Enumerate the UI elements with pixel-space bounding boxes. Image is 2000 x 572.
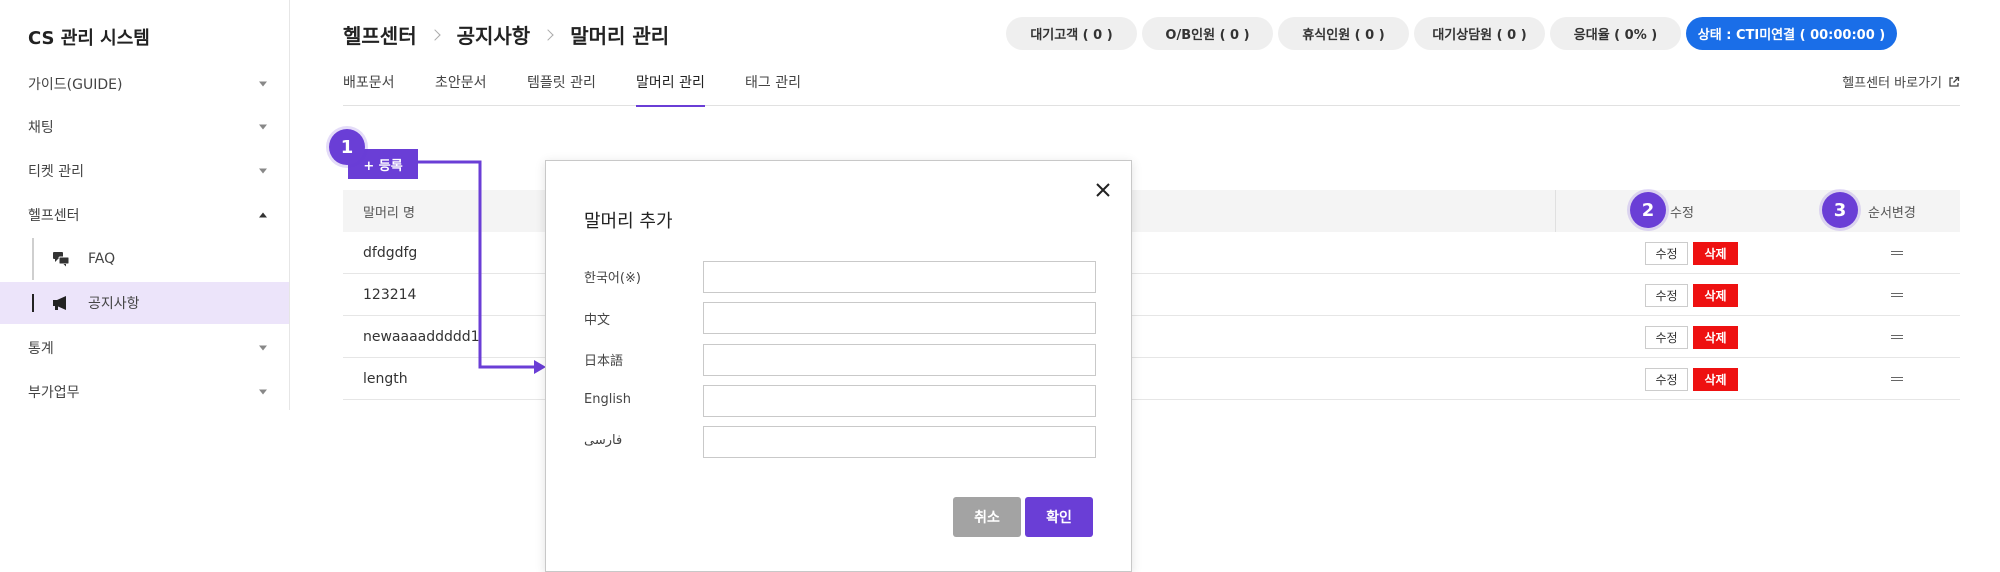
korean-input[interactable]	[703, 261, 1096, 293]
sidebar-subitem-faq[interactable]: FAQ	[0, 238, 289, 280]
english-input[interactable]	[703, 385, 1096, 417]
stat-waiting-agents: 대기상담원 ( 0 )	[1414, 17, 1545, 50]
chinese-input[interactable]	[703, 302, 1096, 334]
prefix-name: length	[363, 371, 408, 387]
chevron-down-icon	[259, 124, 267, 130]
drag-handle-icon[interactable]	[1891, 377, 1903, 381]
stat-resting-staff: 휴식인원 ( 0 )	[1278, 17, 1409, 50]
helpcenter-shortcut-link[interactable]: 헬프센터 바로가기	[1842, 72, 1960, 91]
sidebar-subitem-label: FAQ	[88, 251, 116, 267]
drag-handle-icon[interactable]	[1891, 335, 1903, 339]
stat-ob-staff: O/B인원 ( 0 )	[1142, 17, 1273, 50]
sidebar: CS 관리 시스템 가이드(GUIDE) 채팅 티켓 관리 헬프센터 FAQ 공…	[0, 0, 290, 410]
chevron-down-icon	[259, 81, 267, 87]
chevron-up-icon	[259, 212, 267, 218]
drag-handle-icon[interactable]	[1891, 251, 1903, 255]
sidebar-item-helpcenter[interactable]: 헬프센터	[0, 195, 289, 235]
sidebar-item-label: 가이드(GUIDE)	[28, 77, 123, 93]
dialog-title: 말머리 추가	[584, 211, 673, 232]
edit-button[interactable]: 수정	[1645, 326, 1688, 349]
breadcrumb-item[interactable]: 헬프센터	[343, 20, 417, 49]
sidebar-item-label: 티켓 관리	[28, 164, 84, 180]
chat-bubbles-icon	[53, 252, 70, 267]
column-header-name: 말머리 명	[363, 205, 415, 221]
sidebar-subitem-label: 공지사항	[88, 296, 140, 312]
column-divider	[1555, 190, 1556, 232]
chevron-down-icon	[259, 345, 267, 351]
app-title: CS 관리 시스템	[28, 28, 150, 49]
sidebar-item-ticket[interactable]: 티켓 관리	[0, 151, 289, 191]
prefix-name: 123214	[363, 287, 417, 303]
chevron-right-icon	[542, 28, 554, 41]
breadcrumb-item[interactable]: 공지사항	[457, 20, 531, 49]
sidebar-item-label: 헬프센터	[28, 208, 80, 224]
persian-input[interactable]	[703, 426, 1096, 458]
sidebar-item-label: 통계	[28, 341, 54, 357]
tab-templates[interactable]: 템플릿 관리	[527, 72, 596, 106]
tab-prefix-manage[interactable]: 말머리 관리	[636, 72, 705, 107]
shortcut-label: 헬프센터 바로가기	[1842, 76, 1942, 91]
step-marker-1: 1	[329, 129, 365, 165]
breadcrumb: 헬프센터 공지사항 말머리 관리	[343, 20, 669, 49]
cti-status-button[interactable]: 상태 : CTI미연결 ( 00:00:00 )	[1686, 17, 1897, 50]
close-icon[interactable]	[1094, 181, 1112, 199]
step-marker-3: 3	[1822, 192, 1858, 228]
sidebar-item-guide[interactable]: 가이드(GUIDE)	[0, 64, 289, 104]
drag-handle-icon[interactable]	[1891, 293, 1903, 297]
field-label-chinese: 中文	[584, 313, 611, 328]
step-marker-2: 2	[1630, 192, 1666, 228]
chevron-right-icon	[428, 28, 441, 41]
sidebar-item-extra[interactable]: 부가업무	[0, 372, 289, 412]
confirm-button[interactable]: 확인	[1025, 497, 1093, 537]
megaphone-icon	[53, 296, 66, 310]
tree-line-active	[32, 294, 34, 312]
edit-button[interactable]: 수정	[1645, 284, 1688, 307]
field-label-persian: فارسی	[584, 433, 623, 448]
status-bar: 대기고객 ( 0 ) O/B인원 ( 0 ) 휴식인원 ( 0 ) 대기상담원 …	[1006, 17, 1897, 50]
sidebar-subitem-notice[interactable]: 공지사항	[0, 282, 289, 324]
prefix-name: newaaaaddddd1	[363, 329, 480, 345]
field-label-english: English	[584, 392, 631, 407]
sidebar-item-chat[interactable]: 채팅	[0, 107, 289, 147]
field-label-korean: 한국어(※)	[584, 271, 641, 286]
column-header-order: 순서변경	[1868, 205, 1916, 221]
chevron-down-icon	[259, 389, 267, 395]
cancel-button[interactable]: 취소	[953, 497, 1021, 537]
sidebar-item-stats[interactable]: 통계	[0, 328, 289, 368]
tab-bar: 배포문서 초안문서 템플릿 관리 말머리 관리 태그 관리 헬프센터 바로가기	[343, 72, 1960, 107]
sidebar-item-label: 채팅	[28, 120, 54, 136]
edit-button[interactable]: 수정	[1645, 368, 1688, 391]
tab-drafts[interactable]: 초안문서	[435, 72, 487, 106]
external-link-icon	[1949, 76, 1960, 87]
tab-published[interactable]: 배포문서	[343, 72, 395, 106]
prefix-name: dfdgdfg	[363, 245, 418, 261]
edit-button[interactable]: 수정	[1645, 242, 1688, 265]
chevron-down-icon	[259, 168, 267, 174]
delete-button[interactable]: 삭제	[1693, 242, 1738, 265]
delete-button[interactable]: 삭제	[1693, 284, 1738, 307]
tab-tag-manage[interactable]: 태그 관리	[745, 72, 801, 106]
japanese-input[interactable]	[703, 344, 1096, 376]
stat-waiting-customers: 대기고객 ( 0 )	[1006, 17, 1137, 50]
column-header-edit: 수정	[1670, 205, 1694, 221]
delete-button[interactable]: 삭제	[1693, 368, 1738, 391]
stat-response-rate: 응대율 ( 0% )	[1550, 17, 1681, 50]
page-title: 말머리 관리	[570, 24, 670, 48]
field-label-japanese: 日本語	[584, 354, 624, 369]
add-prefix-dialog: 말머리 추가 한국어(※) 中文 日本語 English فارسی 취소 확인	[545, 160, 1132, 572]
delete-button[interactable]: 삭제	[1693, 326, 1738, 349]
sidebar-item-label: 부가업무	[28, 385, 80, 401]
